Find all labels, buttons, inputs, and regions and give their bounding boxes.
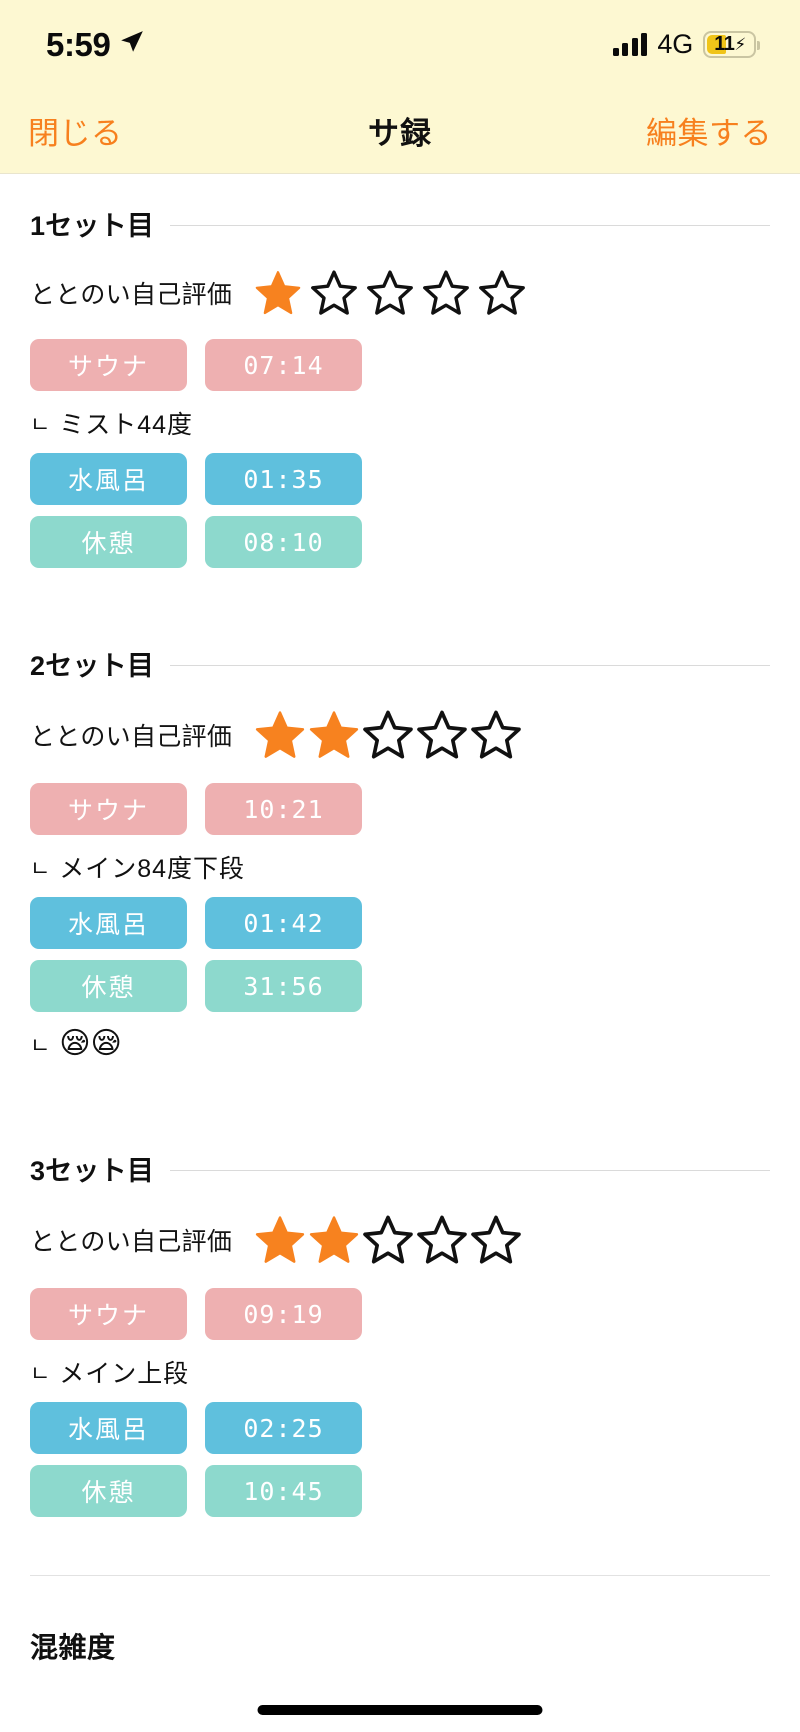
set-title: 3セット目 xyxy=(30,1156,155,1186)
rest-row-2: 休憩 31:56 xyxy=(30,960,770,1012)
rating-row-3: ととのい自己評価 xyxy=(30,1188,770,1266)
rest-label-pill: 休憩 xyxy=(30,960,187,1012)
note-prefix-icon: ㄴ xyxy=(30,1362,52,1387)
cold-row-1: 水風呂 01:35 xyxy=(30,453,770,505)
star-outline-icon[interactable] xyxy=(470,1214,522,1266)
set-header-2: 2セット目 xyxy=(30,614,770,683)
congestion-block: 混雑度 xyxy=(0,1576,800,1666)
sauna-time-pill: 07:14 xyxy=(205,339,362,391)
star-outline-icon[interactable] xyxy=(416,709,468,761)
star-outline-icon[interactable] xyxy=(362,709,414,761)
status-bar-right: 4G 11⚡ xyxy=(612,28,760,59)
note-prefix-icon: ㄴ xyxy=(30,413,52,438)
sauna-note-3: ㄴ メイン上段 xyxy=(30,1354,770,1390)
rest-note-2: ㄴ 😪😪 xyxy=(30,1026,770,1061)
rest-label-pill: 休憩 xyxy=(30,516,187,568)
battery-icon: 11⚡ xyxy=(703,30,760,58)
cold-row-3: 水風呂 02:25 xyxy=(30,1402,770,1454)
set-block-1: 1セット目 ととのい自己評価 サウナ 07:14 ㄴ ミスト44度 水風呂 01… xyxy=(0,174,800,614)
cold-time-pill: 01:35 xyxy=(205,453,362,505)
star-outline-icon[interactable] xyxy=(470,709,522,761)
divider xyxy=(170,224,770,226)
sauna-label-pill: サウナ xyxy=(30,339,187,391)
set-title: 2セット目 xyxy=(30,651,155,681)
location-arrow-icon xyxy=(119,29,145,60)
divider xyxy=(170,664,770,666)
rest-note-text: 😪😪 xyxy=(59,1027,122,1060)
sauna-label-pill: サウナ xyxy=(30,783,187,835)
rest-time-pill: 08:10 xyxy=(205,516,362,568)
sauna-label-pill: サウナ xyxy=(30,1288,187,1340)
set-header-1: 1セット目 xyxy=(30,174,770,243)
star-filled-icon[interactable] xyxy=(254,709,306,761)
set-block-3: 3セット目 ととのい自己評価 サウナ 09:19 ㄴ メイン上段 水風呂 02:… xyxy=(0,1119,800,1517)
cold-label-pill: 水風呂 xyxy=(30,897,187,949)
sauna-note-text: ミスト44度 xyxy=(59,411,194,439)
rest-time-pill: 10:45 xyxy=(205,1465,362,1517)
status-bar-left: 5:59 xyxy=(46,28,145,61)
cellular-signal-icon xyxy=(612,32,648,56)
set-block-2: 2セット目 ととのい自己評価 サウナ 10:21 ㄴ メイン84度下段 水風呂 … xyxy=(0,614,800,1119)
rating-row-1: ととのい自己評価 xyxy=(30,243,770,317)
rest-row-3: 休憩 10:45 xyxy=(30,1465,770,1517)
note-prefix-icon: ㄴ xyxy=(30,1033,52,1059)
sauna-note-1: ㄴ ミスト44度 xyxy=(30,405,770,441)
set-header-3: 3セット目 xyxy=(30,1119,770,1188)
cold-label-pill: 水風呂 xyxy=(30,453,187,505)
star-rating-3[interactable] xyxy=(254,1214,522,1266)
sauna-log-content: 1セット目 ととのい自己評価 サウナ 07:14 ㄴ ミスト44度 水風呂 01… xyxy=(0,174,800,1666)
sauna-time-pill: 09:19 xyxy=(205,1288,362,1340)
rating-label: ととのい自己評価 xyxy=(30,281,233,309)
sauna-note-text: メイン上段 xyxy=(59,1360,190,1388)
cold-time-pill: 02:25 xyxy=(205,1402,362,1454)
home-indicator[interactable] xyxy=(257,1705,543,1715)
close-button[interactable]: 閉じる xyxy=(28,108,123,153)
star-outline-icon[interactable] xyxy=(362,1214,414,1266)
bottom-spacer xyxy=(0,1517,800,1575)
star-filled-icon[interactable] xyxy=(308,1214,360,1266)
star-outline-icon[interactable] xyxy=(422,269,470,317)
sauna-row-1: サウナ 07:14 xyxy=(30,339,770,391)
rest-label-pill: 休憩 xyxy=(30,1465,187,1517)
star-filled-icon[interactable] xyxy=(254,1214,306,1266)
rest-row-1: 休憩 08:10 xyxy=(30,516,770,568)
star-rating-2[interactable] xyxy=(254,709,522,761)
status-bar: 5:59 4G 11⚡ xyxy=(0,0,800,88)
cold-time-pill: 01:42 xyxy=(205,897,362,949)
star-outline-icon[interactable] xyxy=(478,269,526,317)
note-prefix-icon: ㄴ xyxy=(30,857,52,882)
cold-row-2: 水風呂 01:42 xyxy=(30,897,770,949)
star-filled-icon[interactable] xyxy=(254,269,302,317)
congestion-title: 混雑度 xyxy=(30,1632,116,1663)
set-title: 1セット目 xyxy=(30,211,155,241)
network-type-label: 4G xyxy=(657,28,693,59)
rating-label: ととのい自己評価 xyxy=(30,1228,233,1256)
star-outline-icon[interactable] xyxy=(416,1214,468,1266)
set-spacer xyxy=(30,1073,770,1119)
sauna-note-text: メイン84度下段 xyxy=(59,855,246,883)
cold-label-pill: 水風呂 xyxy=(30,1402,187,1454)
battery-percent-label: 11⚡ xyxy=(714,33,746,55)
star-rating-1[interactable] xyxy=(254,269,526,317)
star-outline-icon[interactable] xyxy=(366,269,414,317)
divider xyxy=(170,1169,770,1171)
sauna-row-3: サウナ 09:19 xyxy=(30,1288,770,1340)
rating-row-2: ととのい自己評価 xyxy=(30,683,770,761)
star-outline-icon[interactable] xyxy=(310,269,358,317)
rating-label: ととのい自己評価 xyxy=(30,723,233,751)
sauna-row-2: サウナ 10:21 xyxy=(30,783,770,835)
status-bar-clock: 5:59 xyxy=(46,25,111,63)
star-filled-icon[interactable] xyxy=(308,709,360,761)
edit-button[interactable]: 編集する xyxy=(646,108,772,153)
sauna-time-pill: 10:21 xyxy=(205,783,362,835)
sauna-note-2: ㄴ メイン84度下段 xyxy=(30,849,770,885)
rest-time-pill: 31:56 xyxy=(205,960,362,1012)
lightning-bolt-icon: ⚡ xyxy=(734,35,746,54)
set-spacer xyxy=(30,568,770,614)
navigation-bar: 閉じる サ録 編集する xyxy=(0,88,800,174)
